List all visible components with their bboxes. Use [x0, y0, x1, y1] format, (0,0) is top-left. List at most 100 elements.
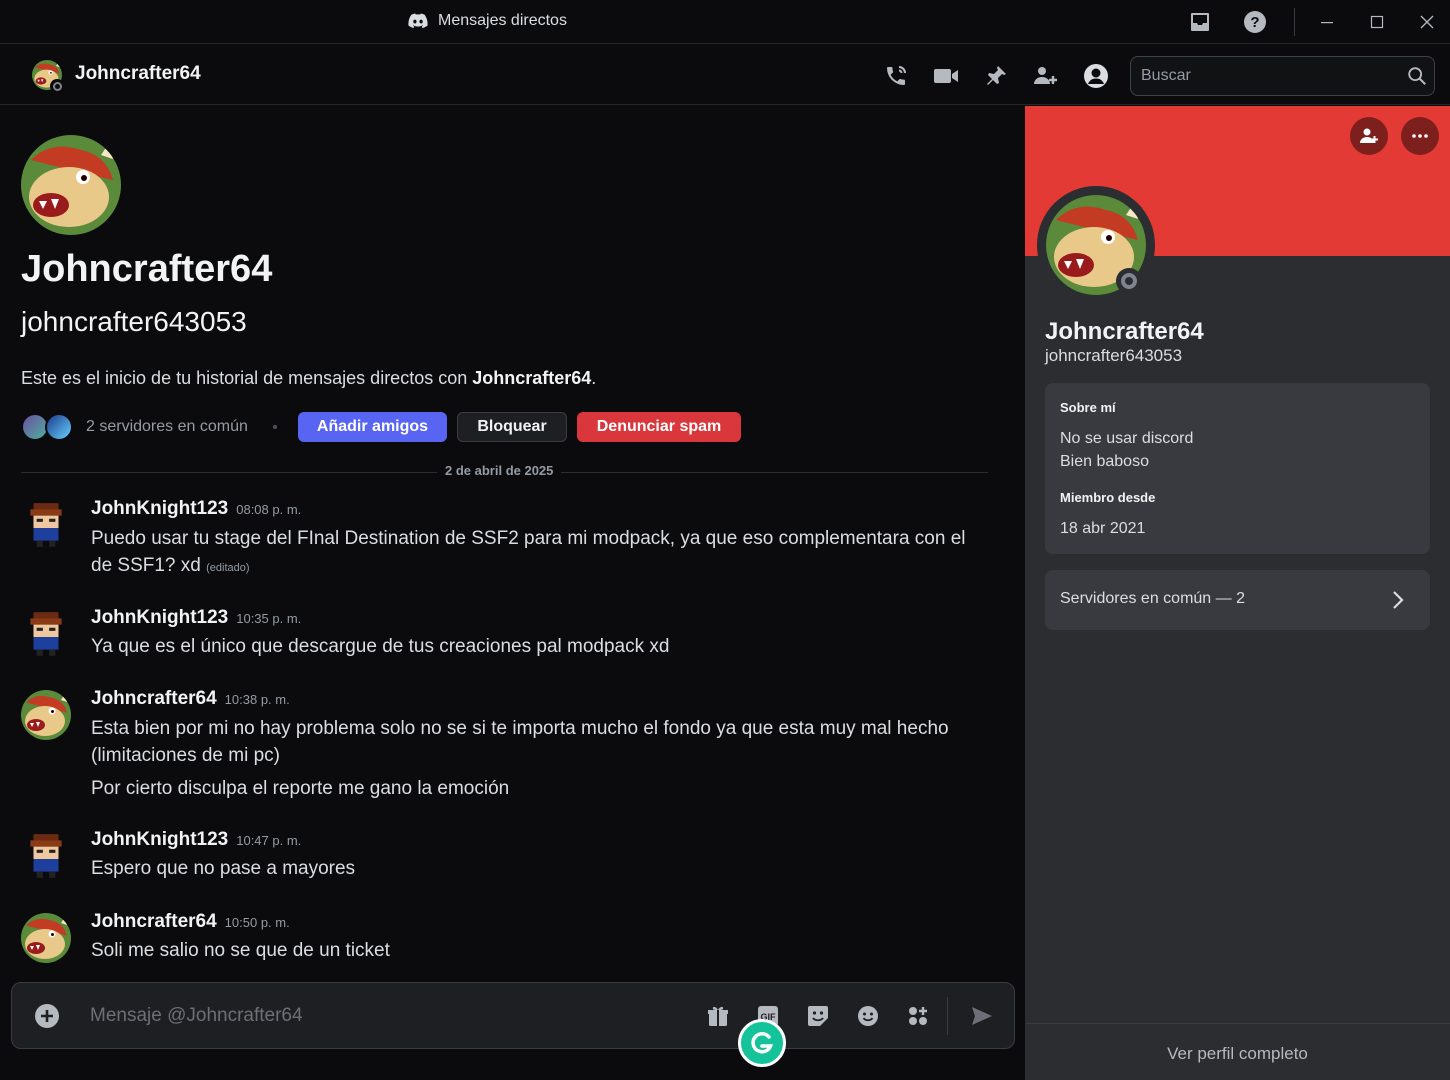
sticker-icon[interactable] — [805, 1003, 831, 1029]
about-card: Sobre mí No se usar discord Bien baboso … — [1045, 383, 1430, 554]
server-avatar[interactable] — [45, 413, 73, 441]
message-text-part: de SSF1? xd — [91, 555, 201, 576]
edited-label: (editado) — [206, 562, 250, 574]
discord-logo-icon — [408, 13, 428, 29]
message-author[interactable]: Johncrafter64 10:50 p. m. — [91, 911, 290, 933]
message-timestamp: 10:47 p. m. — [236, 833, 302, 848]
message: Johncrafter64 10:50 p. m. Soli me salio n… — [0, 911, 1000, 967]
composer-separator — [947, 997, 948, 1035]
member-since-heading: Miembro desde — [1060, 490, 1156, 505]
titlebar-separator — [1294, 8, 1295, 36]
message-input[interactable] — [90, 1003, 650, 1029]
window-title: Mensajes directos — [438, 12, 567, 29]
pin-icon[interactable] — [982, 62, 1010, 90]
emoji-icon[interactable] — [855, 1003, 881, 1029]
message-text: Esta bien por mi no hay problema solo no… — [91, 718, 949, 739]
about-line: No se usar discord — [1060, 430, 1194, 447]
grammarly-icon[interactable] — [738, 1019, 786, 1067]
date-divider-label: 2 de abril de 2025 — [437, 463, 562, 478]
intro-avatar — [21, 135, 121, 235]
offline-status-icon — [50, 79, 64, 93]
minimize-icon[interactable] — [1303, 0, 1351, 44]
dm-header: Johncrafter64 — [0, 45, 1450, 105]
date-divider: 2 de abril de 2025 — [21, 463, 988, 478]
send-icon[interactable] — [969, 1003, 995, 1029]
window-title-group: Mensajes directos — [408, 12, 567, 30]
profile-panel: Johncrafter64 johncrafter643053 Sobre mí… — [1025, 106, 1450, 1080]
message-timestamp: 08:08 p. m. — [236, 502, 302, 517]
message-text: Espero que no pase a mayores — [91, 858, 356, 879]
message: JohnKnight123 10:35 p. m. Ya que es el ún… — [0, 607, 1000, 663]
svg-text:?: ? — [1250, 14, 1259, 31]
message-avatar[interactable] — [21, 609, 71, 659]
gift-icon[interactable] — [705, 1003, 731, 1029]
message-timestamp: 10:35 p. m. — [236, 611, 302, 626]
intro-display-name: Johncrafter64 — [21, 248, 273, 290]
chevron-right-icon — [1393, 591, 1404, 609]
add-friends-to-dm-icon[interactable] — [1032, 62, 1060, 90]
view-full-profile-footer: Ver perfil completo — [1025, 1023, 1450, 1080]
title-bar: Mensajes directos ? — [0, 0, 1450, 44]
author-name[interactable]: Johncrafter64 — [91, 911, 217, 932]
profile-username: johncrafter643053 — [1045, 346, 1183, 365]
more-options-icon[interactable] — [1401, 117, 1439, 155]
message-author[interactable]: JohnKnight123 08:08 p. m. — [91, 498, 301, 520]
help-icon[interactable]: ? — [1241, 8, 1269, 36]
message-author[interactable]: JohnKnight123 10:47 p. m. — [91, 829, 301, 851]
add-friend-button[interactable]: Añadir amigos — [298, 412, 447, 442]
profile-display-name: Johncrafter64 — [1045, 318, 1204, 345]
message-avatar[interactable] — [21, 831, 71, 881]
video-call-icon[interactable] — [932, 62, 960, 90]
intro-text-name: Johncrafter64 — [472, 368, 592, 388]
chat-area: Johncrafter64 johncrafter643053 Este es … — [0, 106, 1025, 1080]
message-avatar[interactable] — [21, 500, 71, 550]
user-profile-icon[interactable] — [1082, 62, 1110, 90]
close-icon[interactable] — [1403, 0, 1450, 44]
attach-plus-icon[interactable] — [34, 1003, 60, 1029]
about-line: Bien baboso — [1060, 453, 1149, 470]
message-timestamp: 10:50 p. m. — [224, 915, 290, 930]
author-name[interactable]: JohnKnight123 — [91, 829, 228, 850]
intro-actions: 2 servidores en común Añadir amigos Bloq… — [21, 412, 781, 442]
message-composer: GIF — [11, 982, 1015, 1049]
intro-text-prefix: Este es el inicio de tu historial de men… — [21, 368, 473, 388]
maximize-icon[interactable] — [1353, 0, 1401, 44]
message-text: Soli me salio no se que de un ticket — [91, 940, 390, 961]
message: JohnKnight123 08:08 p. m. Puedo usar tu s… — [0, 498, 1000, 578]
common-servers-link[interactable]: 2 servidores en común — [86, 418, 248, 436]
apps-icon[interactable] — [905, 1003, 931, 1029]
intro-username: johncrafter643053 — [21, 306, 247, 337]
message-avatar[interactable] — [21, 690, 71, 740]
message-text: de SSF1? xd (editado) — [91, 552, 971, 582]
message-avatar[interactable] — [21, 913, 71, 963]
intro-text: Este es el inicio de tu historial de men… — [21, 368, 596, 389]
separator-dot — [273, 425, 277, 429]
message: Johncrafter64 10:38 p. m. Esta bien por m… — [0, 688, 1000, 804]
message-author[interactable]: JohnKnight123 10:35 p. m. — [91, 607, 301, 629]
author-name[interactable]: JohnKnight123 — [91, 498, 228, 519]
message-timestamp: 10:38 p. m. — [224, 692, 290, 707]
member-since-date: 18 abr 2021 — [1060, 520, 1146, 537]
profile-offline-status-icon — [1116, 268, 1142, 294]
message-author[interactable]: Johncrafter64 10:38 p. m. — [91, 688, 290, 710]
message-text: (limitaciones de mi pc) — [91, 745, 280, 766]
report-spam-button[interactable]: Denunciar spam — [577, 412, 741, 442]
search-icon — [1408, 67, 1426, 85]
voice-call-icon[interactable] — [882, 62, 910, 90]
block-button[interactable]: Bloquear — [457, 412, 567, 442]
author-name[interactable]: JohnKnight123 — [91, 607, 228, 628]
inbox-icon[interactable] — [1186, 8, 1214, 36]
common-servers-row[interactable]: Servidores en común — 2 — [1045, 570, 1430, 630]
author-name[interactable]: Johncrafter64 — [91, 688, 217, 709]
header-username[interactable]: Johncrafter64 — [75, 63, 201, 85]
view-full-profile-link[interactable]: Ver perfil completo — [1025, 1044, 1450, 1064]
search-box[interactable] — [1130, 56, 1435, 96]
about-heading: Sobre mí — [1060, 400, 1116, 415]
search-input[interactable] — [1141, 65, 1391, 87]
message-text: Ya que es el único que descargue de tus … — [91, 636, 670, 657]
message: JohnKnight123 10:47 p. m. Espero que no p… — [0, 829, 1000, 885]
intro-text-suffix: . — [591, 368, 597, 388]
common-servers-label: Servidores en común — 2 — [1060, 590, 1245, 607]
message-text: Por cierto disculpa el reporte me gano l… — [91, 778, 510, 799]
add-friend-icon[interactable] — [1350, 117, 1388, 155]
